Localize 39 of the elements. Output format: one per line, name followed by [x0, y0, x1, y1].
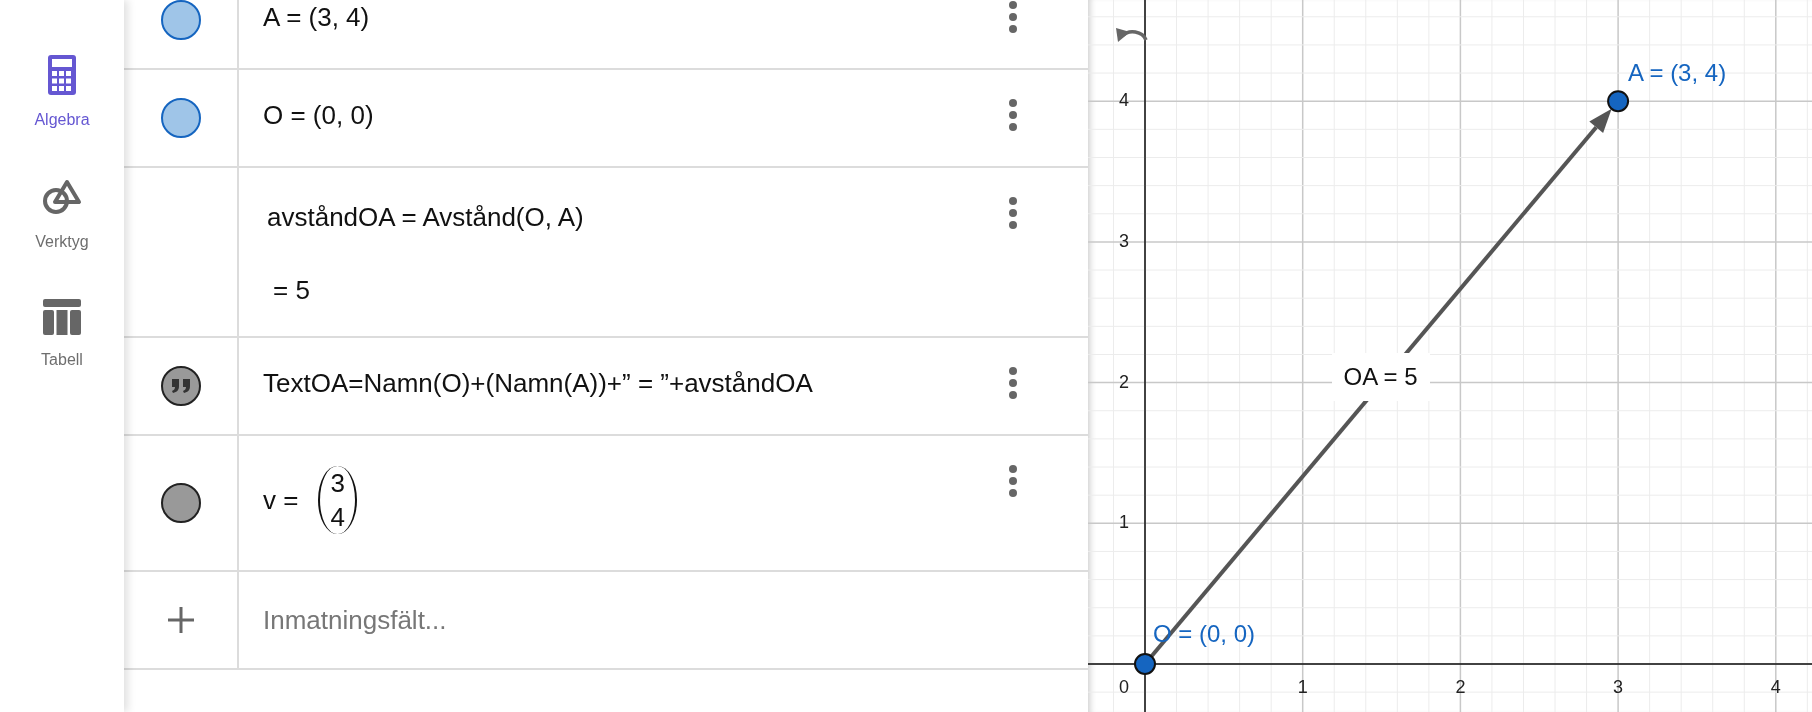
- formula-text: O = (0, 0): [263, 99, 374, 132]
- sidebar-tab[interactable]: Tabell: [7, 294, 117, 376]
- visibility-toggle[interactable]: [160, 483, 201, 523]
- vector-component: 4: [330, 501, 345, 534]
- axis-tick-label: 4: [1119, 91, 1129, 110]
- visibility-toggle[interactable]: [160, 0, 201, 40]
- point-label: A = (3, 4): [1628, 61, 1727, 86]
- table-icon: [42, 298, 82, 336]
- more-options-icon[interactable]: [1008, 464, 1018, 498]
- axis-tick-label: 1: [1297, 678, 1308, 696]
- add-icon[interactable]: [166, 606, 195, 634]
- more-options-icon[interactable]: [1008, 196, 1018, 230]
- formula-text: avståndOA = Avstånd(O, A): [267, 201, 584, 234]
- sidebar-tab[interactable]: Algebra: [7, 50, 117, 136]
- point[interactable]: [1607, 90, 1630, 113]
- quote-icon[interactable]: [160, 366, 201, 406]
- calculator-icon: [47, 54, 77, 96]
- point[interactable]: [1134, 653, 1156, 675]
- sidebar-tab[interactable]: Verktyg: [7, 172, 117, 258]
- undo-icon[interactable]: [1116, 28, 1148, 42]
- result-text: = 5: [272, 274, 311, 307]
- vector-label: OA = 5: [1331, 352, 1430, 401]
- formula-text: TextOA=Namn(O)+(Namn(A))+” = ”+avståndOA: [263, 367, 813, 400]
- axis-tick-label: 2: [1119, 372, 1129, 391]
- axis-tick-label: 3: [1119, 231, 1129, 250]
- axis-tick-label: 2: [1455, 678, 1466, 696]
- more-options-icon[interactable]: [1008, 0, 1018, 34]
- visibility-toggle[interactable]: [160, 98, 201, 138]
- axis-tick-label: 4: [1770, 678, 1781, 696]
- more-options-icon[interactable]: [1008, 98, 1018, 132]
- more-options-icon[interactable]: [1008, 366, 1018, 400]
- vector-name: v =: [263, 483, 299, 517]
- formula-text: A = (3, 4): [263, 1, 370, 34]
- axis-tick-label: 0: [1119, 678, 1129, 696]
- vector-component: 3: [330, 467, 345, 500]
- point-label: O = (0, 0): [1153, 622, 1256, 646]
- input-field[interactable]: Inmatningsfält...: [239, 572, 1088, 668]
- axis-tick-label: 3: [1613, 678, 1624, 696]
- axis-tick-label: 1: [1119, 513, 1129, 532]
